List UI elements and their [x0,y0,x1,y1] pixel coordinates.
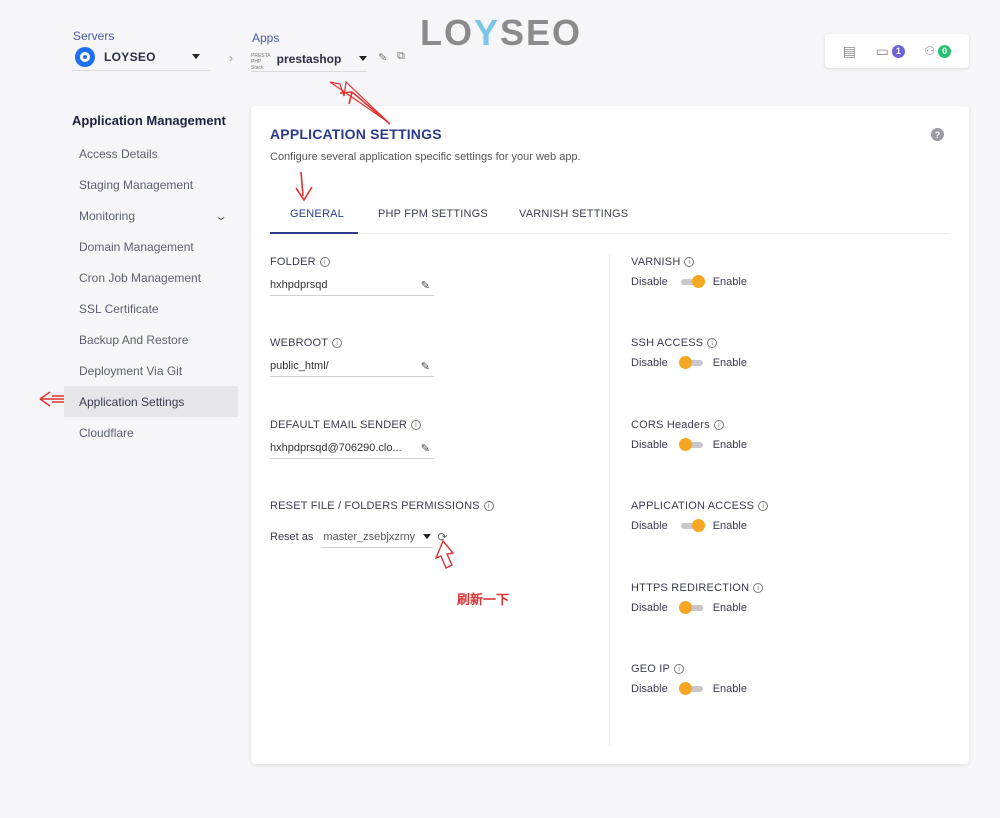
arrow-to-app-icon [339,91,391,125]
annotation-text: 刷新一下 [457,592,510,607]
arrow-to-general-tab-icon [295,171,313,202]
arrow-to-sidebar-item-icon [39,391,64,407]
annotation-layer [39,80,455,569]
arrow-head-app-icon [329,80,389,123]
arrow-to-refresh-icon [434,539,455,569]
